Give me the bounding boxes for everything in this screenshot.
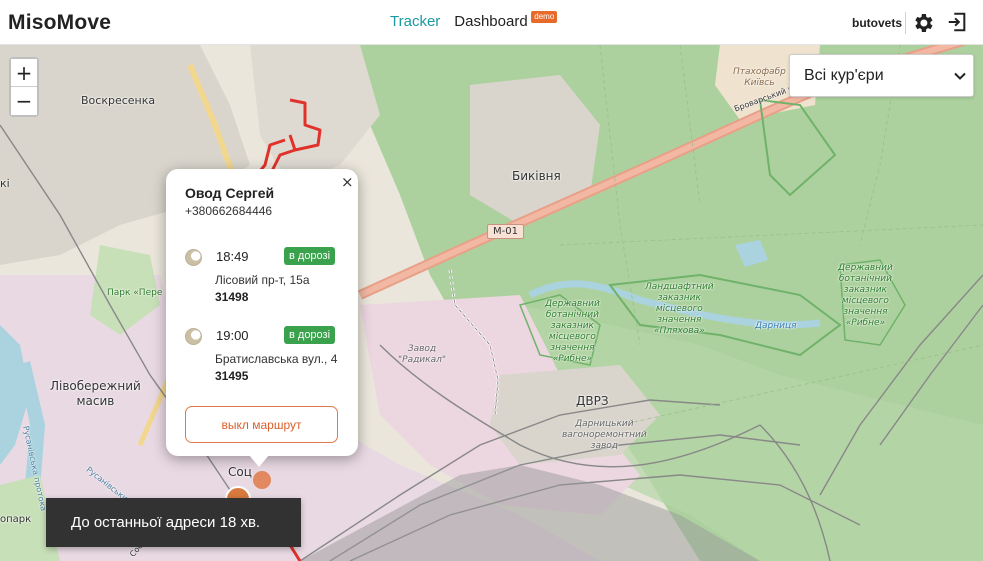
zoom-out-button[interactable]: − (11, 87, 37, 115)
app-root: MisoMove Tracker Dashboard demo butovets (0, 0, 983, 561)
map-canvas[interactable]: Воскресенка Биківня М-01 Броварський про… (0, 45, 983, 561)
stop-order-number: 31495 (215, 369, 249, 383)
map-label-dvrz: ДВРЗ (576, 394, 609, 408)
eta-toast-text: До останньої адреси 18 хв. (71, 514, 261, 531)
status-badge: в дорозі (284, 247, 336, 265)
map-label-zavod-radykal: Завод "Радикал" (398, 344, 446, 365)
stop-time: 18:49 (216, 249, 249, 264)
stop-marker-icon (185, 328, 202, 345)
map-label-m01: М-01 (487, 224, 524, 239)
map-label-ki: кі (0, 177, 10, 190)
map-label-bykivnia: Биківня (512, 169, 561, 183)
map-label-opark: опарк (0, 514, 32, 525)
zoom-control: + − (9, 57, 39, 117)
stop-marker-icon (185, 249, 202, 266)
main-nav: Tracker Dashboard demo (390, 11, 558, 30)
map-label-livoberezhnyi: Лівобережний масив (50, 379, 141, 408)
courier-phone[interactable]: +380662684446 (185, 204, 272, 218)
nav-dashboard-label: Dashboard (454, 13, 528, 30)
map-label-zakaznyk-rybne-right: Державний ботанічний заказник місцевого … (838, 263, 893, 328)
map-label-ptakhofabryka: Птахофабр Київсь (733, 67, 786, 88)
logout-icon[interactable] (946, 11, 968, 33)
stop-address: Лісовий пр-т, 15а (215, 273, 310, 287)
zoom-in-button[interactable]: + (11, 59, 37, 87)
courier-name: Овод Сергей (185, 185, 275, 201)
map-label-voskresenka: Воскресенка (81, 94, 156, 107)
brand-logo[interactable]: MisoMove (8, 11, 111, 35)
close-icon[interactable]: × (341, 173, 354, 191)
stop-time: 19:00 (216, 328, 249, 343)
courier-select-value: Всі кур'єри (804, 67, 884, 84)
courier-select[interactable]: Всі кур'єри (789, 54, 974, 97)
eta-toast: До останньої адреси 18 хв. (46, 498, 301, 547)
map-label-zakaznyk-rybne-left: Державний ботанічний заказник місцевого … (545, 299, 600, 364)
map-label-darnytsia: Дарниця (755, 321, 797, 331)
toggle-route-button[interactable]: выкл маршрут (185, 406, 338, 443)
stop-address: Братиславська вул., 4 (215, 352, 338, 366)
nav-tracker-link[interactable]: Tracker (390, 13, 440, 30)
map-label-darnytskyi-zavod: Дарницький вагоноремонтний завод (562, 419, 647, 451)
header-divider (905, 12, 906, 34)
chevron-down-icon (954, 72, 966, 80)
stop-order-number: 31498 (215, 290, 249, 304)
gear-icon[interactable] (911, 11, 935, 35)
map-tiles (0, 45, 983, 561)
popup-tip (249, 455, 269, 467)
map-label-zakaznyk-pliakhova: Ландшафтний заказник місцевого значення … (645, 282, 714, 336)
map-label-park: Парк «Пере (107, 288, 163, 298)
nav-dashboard-link[interactable]: Dashboard demo (454, 11, 558, 30)
demo-badge: demo (531, 11, 558, 23)
app-header: MisoMove Tracker Dashboard demo butovets (0, 0, 983, 45)
username-label[interactable]: butovets (852, 16, 902, 30)
status-badge: в дорозі (284, 326, 336, 344)
map-label-sots: Соц (228, 465, 252, 479)
courier-popup: × Овод Сергей +380662684446 18:49 в доро… (166, 169, 358, 456)
